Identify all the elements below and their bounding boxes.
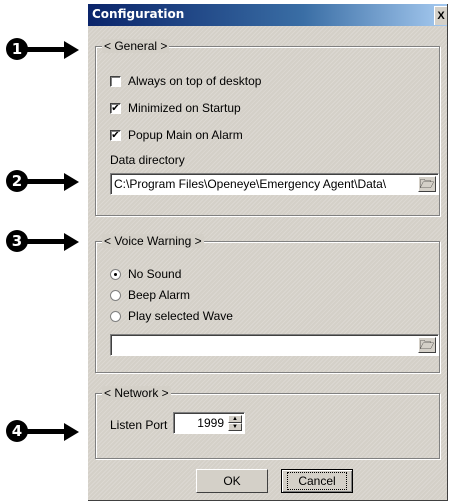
ok-button[interactable]: OK bbox=[196, 469, 268, 493]
voice-warning-legend: < Voice Warning > bbox=[102, 234, 204, 248]
minimized-on-startup-checkbox[interactable]: ✔ Minimized on Startup bbox=[110, 100, 241, 116]
checkbox-label: Minimized on Startup bbox=[128, 101, 241, 115]
checkmark-icon[interactable]: ✔ bbox=[110, 102, 121, 114]
no-sound-radio[interactable]: No Sound bbox=[110, 266, 181, 282]
checkbox-label: Popup Main on Alarm bbox=[128, 128, 243, 142]
checkmark-icon[interactable]: ✔ bbox=[110, 129, 121, 141]
network-group: < Network > Listen Port 1999 ▲ ▼ bbox=[95, 386, 440, 459]
general-legend: < General > bbox=[102, 39, 170, 53]
checkbox-label: Always on top of desktop bbox=[128, 74, 262, 88]
popup-main-on-alarm-checkbox[interactable]: ✔ Popup Main on Alarm bbox=[110, 127, 243, 143]
callout-number: 2 bbox=[6, 170, 28, 192]
radio-button-icon[interactable] bbox=[110, 310, 121, 322]
radio-label: No Sound bbox=[128, 267, 182, 281]
callout-3: 3 bbox=[6, 230, 82, 254]
close-icon[interactable]: X bbox=[434, 6, 447, 25]
radio-label: Beep Alarm bbox=[128, 288, 191, 302]
data-directory-field[interactable]: C:\Program Files\Openeye\Emergency Agent… bbox=[110, 173, 439, 195]
data-directory-label: Data directory bbox=[110, 153, 185, 167]
cancel-button-label: Cancel bbox=[287, 472, 347, 490]
arrow-icon bbox=[26, 179, 66, 184]
beep-alarm-radio[interactable]: Beep Alarm bbox=[110, 287, 190, 303]
general-group: < General > Always on top of desktop ✔ M… bbox=[95, 39, 440, 216]
callout-number: 4 bbox=[6, 420, 28, 442]
callout-4: 4 bbox=[6, 420, 82, 444]
listen-port-value: 1999 bbox=[197, 416, 224, 430]
configuration-dialog: Configuration X < General > Always on to… bbox=[88, 4, 448, 501]
voice-warning-group: < Voice Warning > No Sound Beep Alarm Pl… bbox=[95, 234, 440, 373]
always-on-top-checkbox[interactable]: Always on top of desktop bbox=[110, 73, 261, 89]
callout-2: 2 bbox=[6, 170, 82, 194]
arrow-icon bbox=[26, 47, 66, 52]
checkbox-box[interactable] bbox=[110, 75, 121, 87]
callout-number: 3 bbox=[6, 230, 28, 252]
wave-file-field[interactable]: 🗁 bbox=[110, 334, 439, 356]
radio-button-icon[interactable] bbox=[110, 289, 121, 301]
folder-browse-icon[interactable]: 🗁 bbox=[418, 337, 436, 353]
listen-port-label: Listen Port bbox=[110, 418, 168, 432]
network-legend: < Network > bbox=[102, 386, 171, 400]
radio-button-icon[interactable] bbox=[110, 268, 121, 280]
title-bar[interactable]: Configuration X bbox=[88, 4, 447, 26]
folder-browse-icon[interactable]: 🗁 bbox=[418, 176, 436, 192]
callout-number: 1 bbox=[6, 38, 28, 60]
spin-up-icon[interactable]: ▲ bbox=[228, 415, 242, 423]
arrow-icon bbox=[26, 429, 66, 434]
radio-label: Play selected Wave bbox=[128, 309, 233, 323]
cancel-button[interactable]: Cancel bbox=[281, 469, 353, 493]
play-selected-wave-radio[interactable]: Play selected Wave bbox=[110, 308, 233, 324]
spin-down-icon[interactable]: ▼ bbox=[228, 423, 242, 431]
listen-port-spinner[interactable]: 1999 ▲ ▼ bbox=[173, 412, 245, 434]
callout-1: 1 bbox=[6, 38, 82, 62]
window-title: Configuration bbox=[92, 7, 185, 21]
data-directory-value: C:\Program Files\Openeye\Emergency Agent… bbox=[114, 177, 387, 191]
arrow-icon bbox=[26, 239, 66, 244]
